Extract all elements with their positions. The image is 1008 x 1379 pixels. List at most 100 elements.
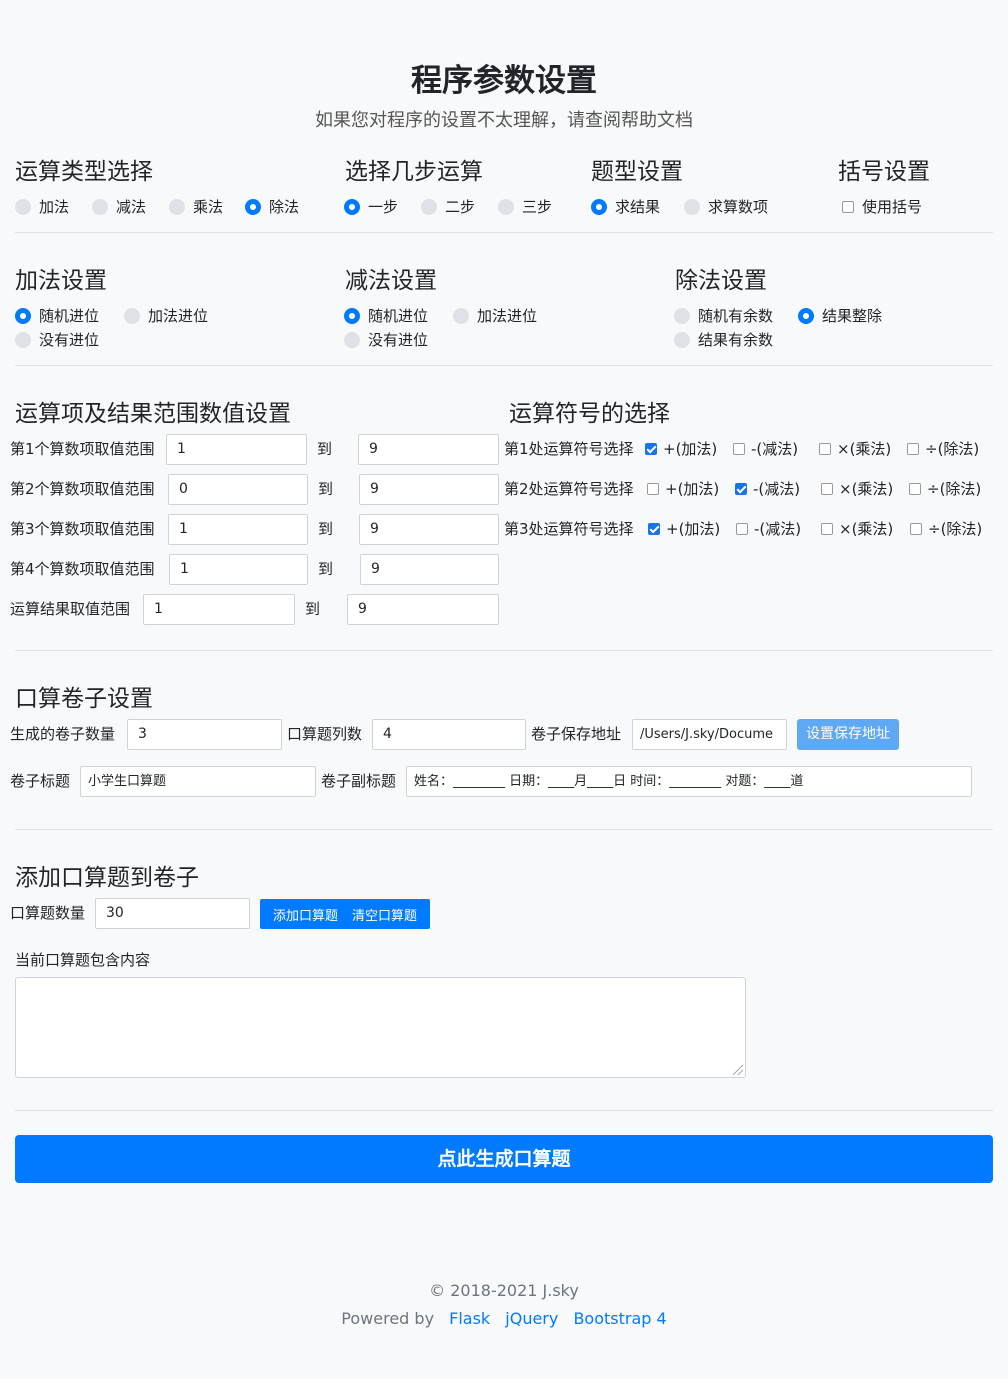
symbol-1-mul-checkbox[interactable]: ×(乘法) [819, 438, 891, 459]
resize-handle-icon[interactable] [733, 1065, 743, 1075]
symbol-2-sub-checkbox[interactable]: -(减法) [735, 478, 800, 499]
radio-label: 求结果 [615, 198, 661, 216]
op-type-add-radio[interactable]: 加法 [15, 196, 69, 217]
symbol-1-div-checkbox[interactable]: ÷(除法) [907, 438, 979, 459]
range-2-max-input[interactable]: 9 [359, 474, 499, 505]
question-count-input[interactable]: 30 [95, 898, 250, 929]
page-subtitle: 如果您对程序的设置不太理解，请查阅帮助文档 [315, 110, 693, 131]
add-random-carry-radio[interactable]: 随机进位 [15, 305, 99, 326]
radio-indicator [344, 331, 360, 348]
range-1-max-input[interactable]: 9 [358, 434, 499, 465]
radio-indicator [344, 307, 360, 324]
question-type-operand-radio[interactable]: 求算数项 [684, 196, 768, 217]
to-label: 到 [305, 600, 321, 618]
clear-questions-button[interactable]: 清空口算题 [352, 905, 417, 924]
symbol-3-mul-checkbox[interactable]: ×(乘法) [821, 518, 893, 539]
radio-indicator [245, 198, 261, 215]
symbol-3-sub-checkbox[interactable]: -(减法) [736, 518, 801, 539]
current-content-textarea[interactable] [15, 977, 746, 1078]
checkbox-label: ×(乘法) [839, 480, 894, 498]
checkbox-label: -(减法) [751, 440, 799, 458]
current-content-label: 当前口算题包含内容 [15, 951, 151, 969]
radio-indicator [498, 198, 514, 215]
sub-random-carry-radio[interactable]: 随机进位 [344, 305, 428, 326]
radio-label: 二步 [445, 198, 476, 216]
checkbox-label: -(减法) [753, 480, 801, 498]
range-2-min-input[interactable]: 0 [168, 474, 308, 505]
bootstrap-link[interactable]: Bootstrap 4 [573, 1309, 666, 1328]
div-random-remainder-radio[interactable]: 随机有余数 [674, 305, 773, 326]
to-label: 到 [317, 440, 333, 458]
sub-no-carry-radio[interactable]: 没有进位 [344, 329, 428, 350]
op-type-sub-radio[interactable]: 减法 [92, 196, 146, 217]
range-4-min-input[interactable]: 1 [169, 554, 308, 585]
paper-count-label: 生成的卷子数量 [10, 725, 116, 743]
symbols-title: 运算符号的选择 [509, 401, 670, 427]
paper-subtitle-input[interactable]: 姓名：________ 日期：____月____日 时间：________ 对题… [406, 766, 972, 797]
add-questions-title: 添加口算题到卷子 [15, 865, 199, 891]
radio-indicator [124, 307, 140, 324]
div-exact-radio[interactable]: 结果整除 [798, 305, 882, 326]
add-carry-radio[interactable]: 加法进位 [124, 305, 208, 326]
radio-label: 除法 [269, 198, 300, 216]
radio-indicator [92, 198, 108, 215]
symbol-2-add-checkbox[interactable]: +(加法) [647, 478, 719, 499]
add-no-carry-radio[interactable]: 没有进位 [15, 329, 99, 350]
question-button-group: 添加口算题 清空口算题 [260, 899, 430, 929]
range-3-max-input[interactable]: 9 [359, 514, 499, 545]
sub-carry-radio[interactable]: 加法进位 [453, 305, 537, 326]
jquery-link[interactable]: jQuery [505, 1309, 558, 1328]
checkbox-indicator [645, 442, 657, 455]
paper-count-input[interactable]: 3 [127, 719, 282, 750]
columns-input[interactable]: 4 [372, 719, 526, 750]
symbol-1-add-checkbox[interactable]: +(加法) [645, 438, 717, 459]
use-brackets-checkbox[interactable]: 使用括号 [842, 196, 922, 217]
checkbox-indicator [819, 442, 831, 455]
flask-link[interactable]: Flask [449, 1309, 490, 1328]
divider [15, 650, 993, 651]
checkbox-indicator [735, 482, 747, 495]
range-4-max-input[interactable]: 9 [360, 554, 499, 585]
powered-by-text: Powered by [341, 1309, 435, 1328]
divider [15, 232, 993, 233]
radio-indicator [684, 198, 700, 215]
radio-indicator [674, 331, 690, 348]
add-questions-button[interactable]: 添加口算题 [273, 905, 338, 924]
set-save-path-button[interactable]: 设置保存地址 [797, 719, 899, 750]
steps-one-radio[interactable]: 一步 [344, 196, 398, 217]
symbol-3-add-checkbox[interactable]: +(加法) [648, 518, 720, 539]
range-1-min-input[interactable]: 1 [166, 434, 307, 465]
steps-three-radio[interactable]: 三步 [498, 196, 552, 217]
symbol-3-div-checkbox[interactable]: ÷(除法) [910, 518, 982, 539]
range-3-min-input[interactable]: 1 [168, 514, 308, 545]
op-type-mul-radio[interactable]: 乘法 [169, 196, 223, 217]
radio-label: 随机进位 [368, 307, 429, 325]
div-settings-title: 除法设置 [675, 268, 767, 294]
sub-settings-title: 减法设置 [345, 268, 437, 294]
divider [15, 365, 993, 366]
range-result-min-input[interactable]: 1 [143, 594, 295, 625]
radio-indicator [169, 198, 185, 215]
paper-title-input[interactable]: 小学生口算题 [80, 766, 316, 797]
generate-button[interactable]: 点此生成口算题 [15, 1135, 993, 1183]
save-path-input[interactable]: /Users/J.sky/Docume [632, 719, 787, 750]
paper-subtitle-label: 卷子副标题 [321, 772, 397, 790]
symbol-1-sub-checkbox[interactable]: -(减法) [733, 438, 798, 459]
steps-two-radio[interactable]: 二步 [421, 196, 475, 217]
symbol-2-mul-checkbox[interactable]: ×(乘法) [821, 478, 893, 499]
question-type-result-radio[interactable]: 求结果 [591, 196, 660, 217]
symbol-2-div-checkbox[interactable]: ÷(除法) [909, 478, 981, 499]
op-type-div-radio[interactable]: 除法 [245, 196, 299, 217]
radio-indicator [15, 331, 31, 348]
radio-indicator [798, 307, 814, 324]
checkbox-indicator [647, 482, 659, 495]
div-remainder-radio[interactable]: 结果有余数 [674, 329, 773, 350]
checkbox-indicator [733, 442, 745, 455]
paper-title-label: 卷子标题 [10, 772, 71, 790]
divider [15, 1110, 993, 1111]
checkbox-label: +(加法) [665, 480, 720, 498]
to-label: 到 [318, 480, 334, 498]
radio-label: 乘法 [193, 198, 224, 216]
range-result-max-input[interactable]: 9 [347, 594, 499, 625]
range-row-3-label: 第3个算数项取值范围 [10, 520, 155, 538]
